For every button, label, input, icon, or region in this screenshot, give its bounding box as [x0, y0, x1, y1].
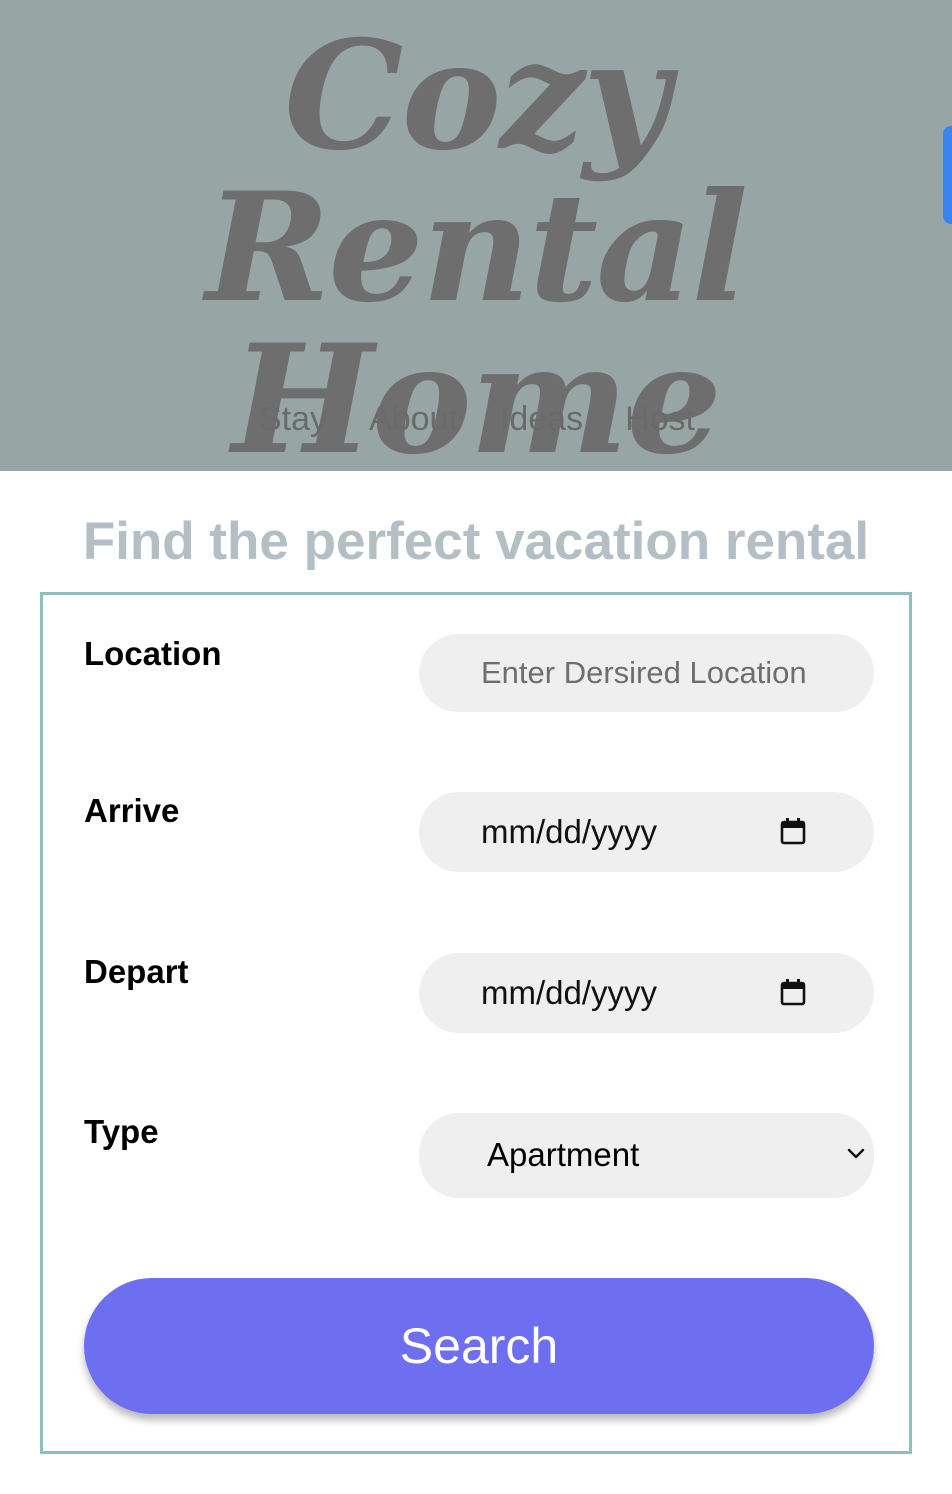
type-label: Type: [84, 1113, 159, 1150]
main-nav: Stay About Ideas Host: [0, 396, 952, 442]
arrive-date-text: mm/dd/yyyy: [481, 813, 658, 850]
page: Cozy Rental Home Stay About Ideas Host F…: [0, 0, 952, 1494]
nav-link-host[interactable]: Host: [623, 396, 695, 442]
arrive-date-input[interactable]: mm/dd/yyyy: [419, 792, 874, 872]
depart-label: Depart: [84, 953, 189, 990]
search-button[interactable]: Search: [84, 1278, 874, 1414]
depart-date-input[interactable]: mm/dd/yyyy: [419, 953, 874, 1033]
chevron-down-icon: [847, 1148, 865, 1159]
site-header: Cozy Rental Home Stay About Ideas Host: [0, 0, 952, 476]
type-select[interactable]: Apartment: [419, 1113, 874, 1198]
arrive-label: Arrive: [84, 792, 180, 829]
location-input[interactable]: [419, 634, 874, 712]
nav-link-stay[interactable]: Stay: [257, 396, 327, 442]
location-label: Location: [84, 635, 222, 672]
nav-link-ideas[interactable]: Ideas: [498, 396, 583, 442]
type-select-value: Apartment: [487, 1136, 640, 1173]
nav-link-about[interactable]: About: [367, 396, 458, 442]
side-scroll-tab[interactable]: [943, 126, 952, 224]
arrive-calendar-icon[interactable]: [780, 817, 806, 845]
site-title-line-1: Cozy Rental: [205, 8, 749, 336]
depart-date-text: mm/dd/yyyy: [481, 974, 658, 1011]
depart-calendar-icon[interactable]: [780, 978, 806, 1006]
page-tagline: Find the perfect vacation rental: [82, 512, 870, 571]
